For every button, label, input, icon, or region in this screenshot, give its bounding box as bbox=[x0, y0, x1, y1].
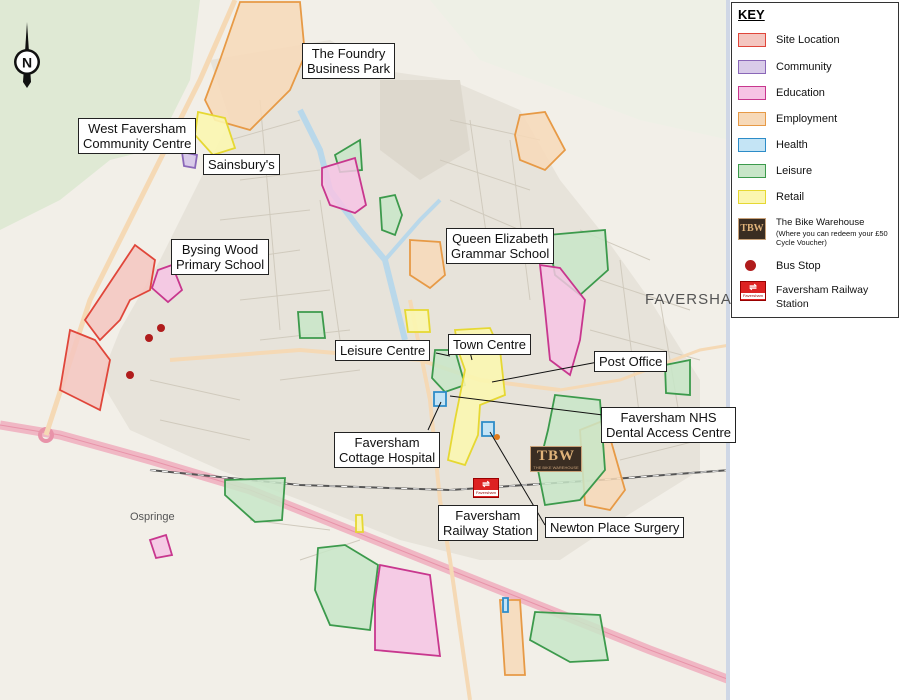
callout-nhs-dental-access-centre: Faversham NHS Dental Access Centre bbox=[601, 407, 737, 443]
bike-warehouse-logo: TBW THE BIKE WAREHOUSE bbox=[530, 446, 582, 472]
railway-station-icon: ⇌ Faversham bbox=[473, 478, 499, 498]
map-key: KEY Site Location Community Education Em… bbox=[731, 2, 899, 318]
bus-stop-icon bbox=[745, 260, 756, 271]
bus-stop-marker bbox=[126, 371, 134, 379]
key-swatch bbox=[738, 86, 766, 100]
map-area: N FAVERSHAM Ospringe The Foundry Business… bbox=[0, 0, 744, 700]
callout-foundry-business-park: The Foundry Business Park bbox=[302, 43, 396, 79]
north-arrow-icon: N bbox=[12, 20, 42, 90]
bus-stop-marker bbox=[145, 334, 153, 342]
key-item-bike-warehouse: TBW The Bike Warehouse (Where you can re… bbox=[738, 216, 894, 250]
ospringe-label: Ospringe bbox=[130, 511, 175, 523]
railway-station-key-icon: ⇌ Faversham bbox=[740, 281, 766, 301]
bus-stop-marker bbox=[157, 324, 165, 332]
callout-queen-elizabeth-grammar-school: Queen Elizabeth Grammar School bbox=[446, 228, 555, 264]
callout-leisure-centre: Leisure Centre bbox=[335, 340, 431, 361]
key-swatch bbox=[738, 60, 766, 74]
key-swatch bbox=[738, 190, 766, 204]
bike-warehouse-pin bbox=[494, 434, 500, 440]
key-swatch bbox=[738, 112, 766, 126]
callout-newton-place-surgery: Newton Place Surgery bbox=[545, 517, 685, 538]
callout-west-faversham-community-centre: West Faversham Community Centre bbox=[78, 118, 197, 154]
callout-town-centre: Town Centre bbox=[448, 334, 531, 355]
map-figure: N FAVERSHAM Ospringe The Foundry Business… bbox=[0, 0, 900, 700]
north-letter: N bbox=[22, 55, 32, 71]
key-title: KEY bbox=[738, 7, 765, 22]
callout-bysing-wood-primary-school: Bysing Wood Primary School bbox=[171, 239, 270, 275]
key-swatch bbox=[738, 138, 766, 152]
bike-warehouse-key-icon: TBW bbox=[738, 218, 766, 240]
callout-sainsburys: Sainsbury's bbox=[203, 154, 280, 175]
callout-post-office: Post Office bbox=[594, 351, 668, 372]
callout-railway-station: Faversham Railway Station bbox=[438, 505, 538, 541]
key-swatch bbox=[738, 33, 766, 47]
callout-cottage-hospital: Faversham Cottage Hospital bbox=[334, 432, 441, 468]
key-swatch bbox=[738, 164, 766, 178]
